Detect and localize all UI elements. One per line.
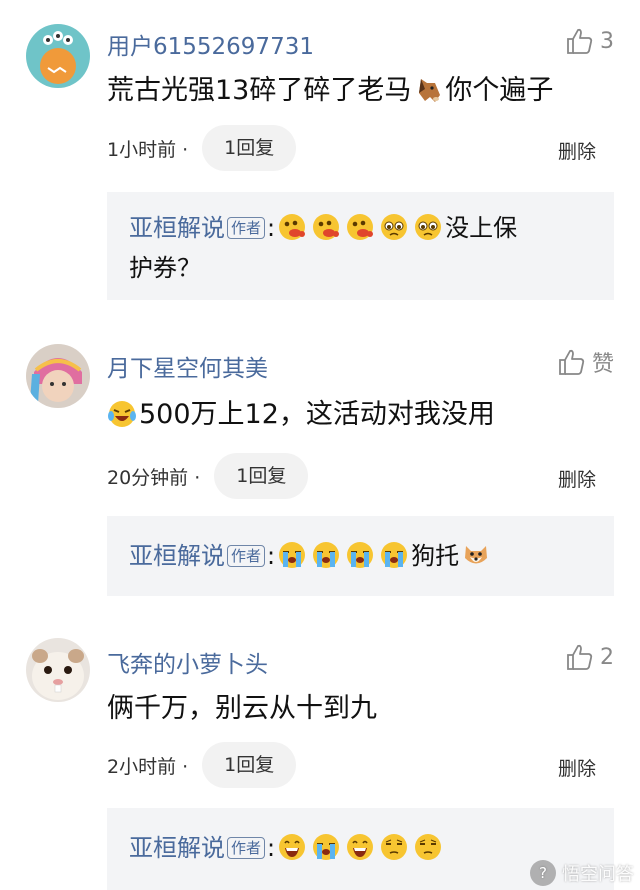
author-badge: 作者: [227, 837, 266, 859]
grinning-face-emoji: [346, 833, 374, 861]
like-button[interactable]: 赞: [556, 346, 614, 378]
delete-button[interactable]: 删除: [558, 754, 596, 781]
reply-text: 亚桓解说 作者: 没上保: [129, 213, 518, 242]
timestamp: 1小时前 ·: [107, 138, 189, 161]
comment-text: 荒古光强13碎了碎了老马 你个遍子: [107, 75, 554, 106]
username[interactable]: 飞奔的小萝卜头: [107, 645, 268, 679]
like-button[interactable]: 3: [564, 26, 614, 56]
comment-text: 500万上12，这活动对我没用: [107, 395, 616, 435]
thumbs-up-icon: [567, 28, 593, 54]
reply-preview[interactable]: 亚桓解说 作者: 狗托: [107, 516, 614, 596]
reply-preview[interactable]: 亚桓解说 作者: 没上保 护券？: [107, 192, 614, 300]
delete-button[interactable]: 删除: [558, 137, 596, 164]
thumbs-up-icon: [559, 349, 585, 375]
reply-text: 亚桓解说 作者:: [129, 828, 596, 868]
thumbs-up-icon: [567, 644, 593, 670]
author-badge: 作者: [227, 217, 266, 239]
comment-text: 俩千万，别云从十到九: [107, 693, 377, 724]
reply-author-name[interactable]: 亚桓解说: [129, 834, 225, 862]
watermark-text: 悟空问答: [562, 864, 634, 885]
timestamp: 2小时前 ·: [107, 755, 189, 778]
watermark: ? 悟空问答: [530, 860, 634, 886]
like-count: 3: [600, 28, 614, 54]
spitting-face-emoji: [279, 214, 306, 240]
grinning-face-emoji: [278, 833, 306, 861]
username[interactable]: 用户61552697731: [107, 27, 314, 61]
reply-count-button[interactable]: 1回复: [214, 453, 309, 499]
loud-crying-emoji: [346, 541, 375, 569]
reply-text: 亚桓解说 作者: 狗托: [129, 536, 596, 576]
spitting-face-emoji: [313, 214, 340, 240]
comment-item: 用户61552697731 3 荒古光强13碎了碎了老马 你个遍子 1小时前 · …: [0, 0, 640, 300]
reply-author-name[interactable]: 亚桓解说: [129, 214, 225, 242]
author-badge: 作者: [227, 545, 266, 567]
reply-author-name[interactable]: 亚桓解说: [129, 542, 225, 570]
laughing-crying-emoji: [107, 400, 137, 428]
pleading-face-emoji: [414, 213, 442, 241]
dog-face-emoji: [465, 546, 488, 564]
loud-crying-emoji: [312, 833, 341, 861]
horse-face-emoji: [419, 79, 441, 102]
like-count: 赞: [591, 352, 614, 377]
avatar[interactable]: [26, 344, 90, 408]
reply-count-button[interactable]: 1回复: [202, 125, 297, 171]
avatar[interactable]: [26, 638, 90, 702]
loud-crying-emoji: [312, 541, 341, 569]
loud-crying-emoji: [380, 541, 409, 569]
avatar[interactable]: [26, 24, 90, 88]
username[interactable]: 月下星空何其美: [107, 349, 268, 383]
spitting-face-emoji: [347, 214, 374, 240]
like-button[interactable]: 2: [564, 642, 614, 672]
comment-item: 月下星空何其美 赞 500万上12，这活动对我没用 20分钟前 · 1回复 删除…: [0, 320, 640, 600]
wukong-logo-icon: ?: [530, 860, 556, 886]
pleading-face-emoji: [380, 213, 408, 241]
meh-face-emoji: [414, 833, 443, 861]
reply-count-button[interactable]: 1回复: [202, 742, 297, 788]
delete-button[interactable]: 删除: [558, 465, 596, 492]
like-count: 2: [600, 644, 614, 670]
loud-crying-emoji: [278, 541, 307, 569]
comment-meta: 20分钟前 · 1回复: [107, 453, 309, 499]
meh-face-emoji: [380, 833, 409, 861]
reply-text-wrap: 护券？: [129, 254, 201, 282]
comment-item: 飞奔的小萝卜头 2 俩千万，别云从十到九 2小时前 · 1回复 删除 亚桓解说作…: [0, 616, 640, 890]
comment-meta: 2小时前 · 1回复: [107, 742, 297, 788]
timestamp: 20分钟前 ·: [107, 466, 201, 489]
comment-meta: 1小时前 · 1回复: [107, 125, 297, 171]
